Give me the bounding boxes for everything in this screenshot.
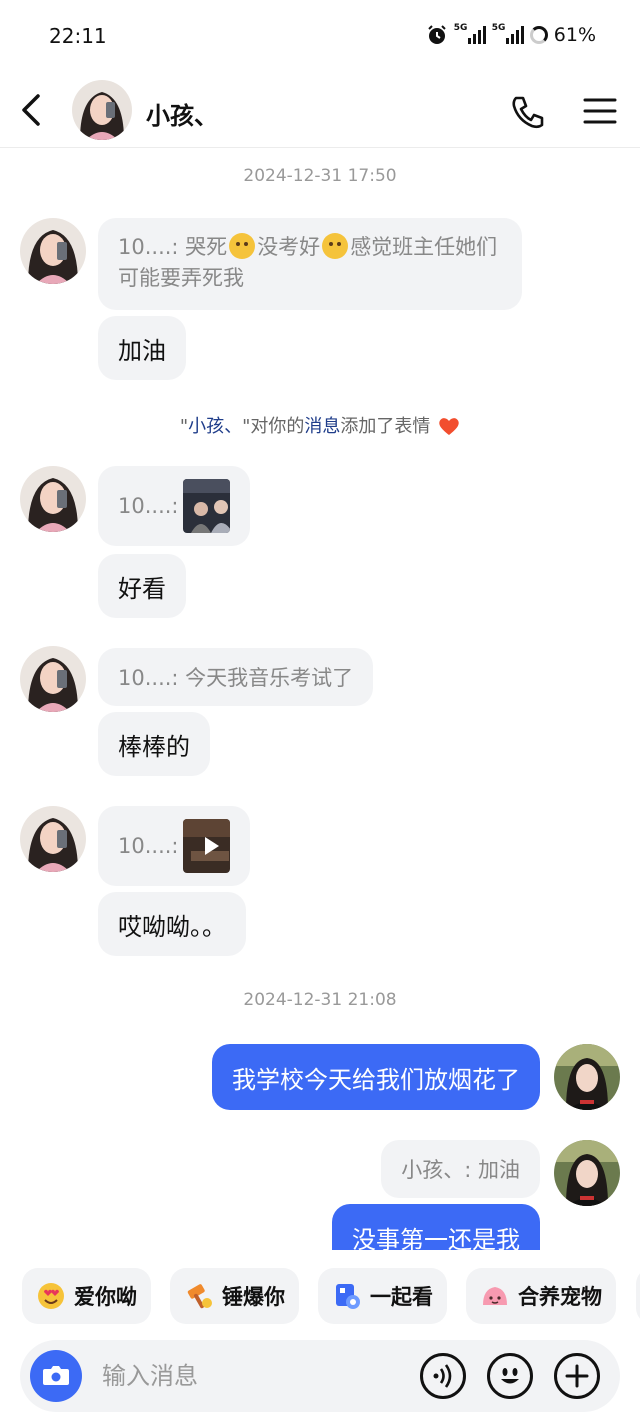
alarm-icon <box>428 25 446 44</box>
signal-icon: 5G <box>454 23 486 44</box>
battery-icon <box>529 26 548 44</box>
my-message-bubble[interactable]: 没事第一还是我 <box>332 1204 540 1250</box>
voice-button[interactable] <box>420 1353 466 1399</box>
status-time: 22:11 <box>49 24 107 48</box>
my-message-bubble[interactable]: 我学校今天给我们放烟花了 <box>212 1044 540 1110</box>
message-bubble[interactable]: 加油 <box>98 316 186 380</box>
more-button[interactable] <box>554 1353 600 1399</box>
message-list[interactable]: 2024-12-31 17:50 10....: 哭死 没考好 感觉班主任她们可能要… <box>0 148 640 1250</box>
worried-emoji-icon <box>322 233 349 259</box>
quoted-message[interactable]: 10....: <box>98 466 250 546</box>
status-indicators: 5G 5G 61% <box>426 23 596 46</box>
hammer-icon <box>187 1284 212 1309</box>
message-bubble[interactable]: 哎呦呦。。 <box>98 892 246 956</box>
battery-percent: 61% <box>553 24 596 46</box>
message-bubble[interactable]: 好看 <box>98 554 186 618</box>
quick-action-watch-together[interactable]: 一起看 <box>318 1268 447 1324</box>
quick-action-more[interactable] <box>636 1268 640 1324</box>
my-avatar[interactable] <box>554 1140 620 1206</box>
quote-text: 10....: 哭死 没考好 感觉班主任她们可能要弄死我 <box>118 233 498 290</box>
system-notice: "小孩、"对你的消息添加了表情 <box>0 412 640 438</box>
my-avatar[interactable] <box>554 1044 620 1110</box>
quick-action-bar: 爱你呦 锤爆你 一起看 合养宠物 <box>0 1268 640 1324</box>
phone-icon[interactable] <box>508 92 548 132</box>
quote-text: 10....: <box>118 834 179 858</box>
crying-emoji-icon <box>229 233 256 259</box>
status-bar: 22:11 5G 5G 61% <box>0 0 640 72</box>
avatar[interactable] <box>20 806 86 872</box>
quoted-message[interactable]: 小孩、: 加油 <box>381 1140 540 1198</box>
chip-label: 一起看 <box>370 1285 433 1309</box>
avatar[interactable] <box>20 218 86 284</box>
quick-action-love[interactable]: 爱你呦 <box>22 1268 151 1324</box>
back-icon[interactable] <box>14 90 50 130</box>
message-input[interactable] <box>102 1354 402 1398</box>
avatar[interactable] <box>20 466 86 532</box>
quick-action-hammer[interactable]: 锤爆你 <box>170 1268 299 1324</box>
message-bubble[interactable]: 棒棒的 <box>98 712 210 776</box>
heart-eyes-emoji-icon <box>38 1283 64 1309</box>
signal-icon: 5G <box>492 23 524 44</box>
chip-label: 爱你呦 <box>74 1285 137 1309</box>
camera-button[interactable] <box>30 1350 82 1402</box>
heart-icon <box>439 418 459 435</box>
pet-icon <box>483 1287 507 1305</box>
plus-icon <box>565 1364 589 1388</box>
quoted-message[interactable]: 10....: 哭死 没考好 感觉班主任她们可能要弄死我 <box>98 218 522 310</box>
image-thumbnail[interactable] <box>182 479 230 533</box>
quick-action-pet[interactable]: 合养宠物 <box>466 1268 616 1324</box>
chat-header: 小孩、 <box>0 72 640 148</box>
voice-icon <box>433 1364 452 1388</box>
video-thumbnail[interactable] <box>182 819 230 873</box>
watch-together-icon <box>336 1284 360 1309</box>
avatar[interactable] <box>72 80 132 140</box>
camera-icon <box>43 1366 69 1385</box>
timestamp: 2024-12-31 17:50 <box>243 166 397 186</box>
quoted-message[interactable]: 10....: <box>98 806 250 886</box>
quote-text: 10....: <box>118 494 179 518</box>
page-title: 小孩、 <box>146 102 218 130</box>
smiley-icon <box>501 1368 519 1384</box>
avatar[interactable] <box>20 646 86 712</box>
emoji-button[interactable] <box>487 1353 533 1399</box>
quoted-message[interactable]: 10....: 今天我音乐考试了 <box>98 648 374 706</box>
message-composer <box>20 1340 620 1412</box>
menu-icon[interactable] <box>582 96 618 126</box>
chip-label: 锤爆你 <box>222 1285 285 1309</box>
timestamp: 2024-12-31 21:08 <box>243 990 397 1010</box>
chip-label: 合养宠物 <box>518 1285 602 1309</box>
